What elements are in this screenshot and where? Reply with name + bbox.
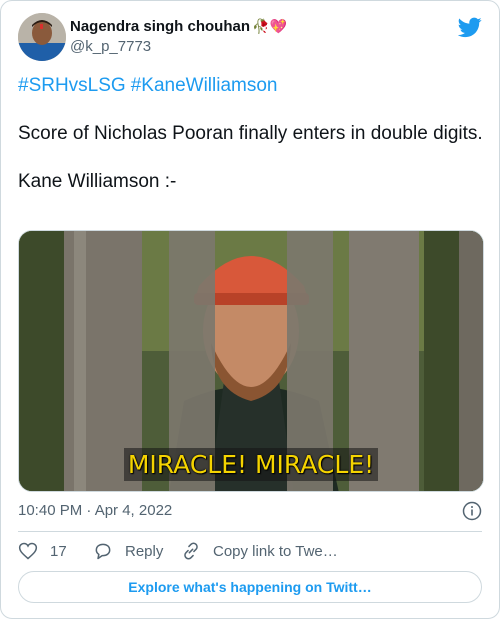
like-button[interactable]: 17 [18, 539, 67, 563]
divider [18, 531, 482, 532]
heart-icon [18, 542, 38, 560]
hashtag-link[interactable]: #SRHvsLSG [18, 75, 126, 96]
tweet-card: Nagendra singh chouhan 🥀💖 @k_p_7773 #SRHv… [0, 0, 500, 619]
info-icon[interactable] [462, 501, 482, 521]
reply-label: Reply [125, 542, 164, 560]
link-icon [184, 542, 198, 560]
twitter-bird-icon[interactable] [458, 15, 482, 39]
explore-button[interactable]: Explore what's happening on Twitt… [18, 571, 482, 603]
tweet-media-image[interactable]: MIRACLE! MIRACLE! [18, 230, 484, 492]
reply-button[interactable]: Reply [93, 539, 163, 563]
author-handle[interactable]: @k_p_7773 [70, 37, 287, 57]
tweet-actions: 17 Reply Copy link to Twe… [18, 539, 482, 563]
reply-bubble-icon [95, 543, 111, 560]
author-display-name[interactable]: Nagendra singh chouhan 🥀💖 [70, 16, 287, 37]
tweet-text-line: Score of Nicholas Pooran finally enters … [18, 123, 483, 144]
hashtag-link[interactable]: #KaneWilliamson [131, 75, 278, 96]
like-count: 17 [50, 542, 67, 560]
copy-link-label: Copy link to Twe… [213, 542, 338, 560]
author-name-text[interactable]: Nagendra singh chouhan [70, 18, 250, 35]
meme-caption-text: MIRACLE! MIRACLE! [123, 448, 379, 481]
tweet-body: #SRHvsLSG #KaneWilliamson Score of Nichol… [18, 73, 483, 194]
meme-caption: MIRACLE! MIRACLE! [19, 448, 483, 481]
author-emoji: 🥀💖 [252, 18, 287, 34]
tweet-timestamp[interactable]: 10:40 PM · Apr 4, 2022 [18, 501, 172, 521]
tweet-text-line: Kane Williamson :- [18, 171, 177, 192]
tweet-header: Nagendra singh chouhan 🥀💖 @k_p_7773 [18, 13, 482, 65]
copy-link-button[interactable]: Copy link to Twe… [181, 539, 338, 563]
hashtag-line: #SRHvsLSG #KaneWilliamson [18, 73, 483, 98]
author-info: Nagendra singh chouhan 🥀💖 @k_p_7773 [70, 16, 287, 57]
avatar[interactable] [18, 13, 66, 61]
